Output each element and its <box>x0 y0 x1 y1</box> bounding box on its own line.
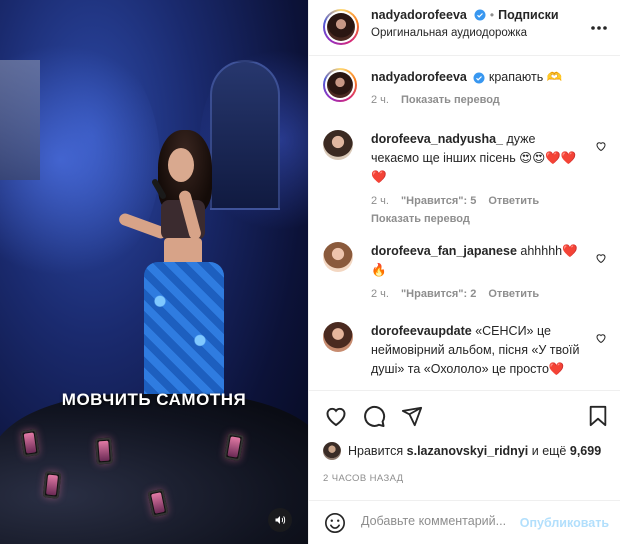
comment-username[interactable]: dorofeevaupdate <box>371 324 472 338</box>
verified-badge-icon <box>474 9 486 21</box>
author-avatar[interactable] <box>323 68 357 102</box>
comment-input[interactable] <box>361 514 511 528</box>
caption-time[interactable]: 2 ч. <box>371 94 389 106</box>
commenter-avatar[interactable] <box>323 242 353 272</box>
follow-status-button[interactable]: Подписки <box>498 8 559 22</box>
comment-likes-count[interactable]: "Нравится": 5 <box>401 195 476 207</box>
more-options-button[interactable] <box>587 16 611 40</box>
comment-username[interactable]: dorofeeva_fan_japanese <box>371 244 517 258</box>
post-header: nadyadorofeeva • Подписки Оригинальная а… <box>309 0 620 56</box>
heart-icon <box>326 407 346 427</box>
share-icon <box>401 406 423 427</box>
commenter-avatar[interactable] <box>323 322 353 352</box>
comment-icon <box>364 405 386 427</box>
comments-list: nadyadorofeeva крапають 🫶 2 ч. Показать … <box>309 56 620 390</box>
likes-count[interactable]: 9,699 <box>570 444 601 458</box>
action-bar <box>309 390 620 438</box>
author-avatar[interactable] <box>323 9 359 45</box>
video-subtitle: МОВЧИТЬ САМОТНЯ <box>61 390 247 409</box>
comment-button[interactable] <box>361 403 387 429</box>
bookmark-icon <box>589 405 607 427</box>
like-button[interactable] <box>323 403 349 429</box>
liker-username[interactable]: s.lazanovskyi_ridnyi <box>407 444 529 458</box>
comment-like-button[interactable] <box>595 140 607 155</box>
author-username[interactable]: nadyadorofeeva <box>371 8 467 22</box>
comment-likes-count[interactable]: "Нравится": 2 <box>401 288 476 300</box>
translate-link[interactable]: Показать перевод <box>371 213 470 225</box>
reel-video[interactable]: МОВЧИТЬ САМОТНЯ <box>0 0 308 544</box>
speaker-icon <box>275 516 286 524</box>
share-button[interactable] <box>399 403 425 429</box>
save-button[interactable] <box>585 403 611 429</box>
commenter-avatar[interactable] <box>323 130 353 160</box>
phone-in-crowd <box>20 429 40 457</box>
comment-username[interactable]: dorofeeva_nadyusha_ <box>371 132 503 146</box>
stage-screen <box>0 60 40 180</box>
reply-button[interactable]: Ответить <box>488 195 539 207</box>
emoji-icon <box>325 513 345 533</box>
liker-avatar[interactable] <box>323 442 341 460</box>
comment-like-button[interactable] <box>595 332 607 347</box>
verified-badge-icon <box>473 72 485 84</box>
post-time[interactable]: 2 ЧАСОВ НАЗАД <box>323 473 404 484</box>
caption-username[interactable]: nadyadorofeeva <box>371 70 467 84</box>
sound-toggle-button[interactable] <box>268 508 292 532</box>
likes-suffix: и ещё <box>531 444 567 458</box>
audio-label[interactable]: Оригинальная аудиодорожка <box>371 27 527 39</box>
heart-outline-icon <box>596 334 606 344</box>
heart-outline-icon <box>596 142 606 152</box>
comment-time[interactable]: 2 ч. <box>371 195 389 207</box>
comment-composer: Опубликовать <box>309 500 620 544</box>
phone-in-crowd <box>95 437 113 465</box>
header-separator: • <box>489 8 495 22</box>
post-panel: nadyadorofeeva • Подписки Оригинальная а… <box>308 0 620 544</box>
caption-text: крапають 🫶 <box>488 70 563 84</box>
comment-like-button[interactable] <box>595 252 607 267</box>
comment-time[interactable]: 2 ч. <box>371 288 389 300</box>
publish-button[interactable]: Опубликовать <box>520 516 609 530</box>
more-icon <box>591 26 607 30</box>
reply-button[interactable]: Ответить <box>488 288 539 300</box>
likes-prefix: Нравится <box>348 444 404 458</box>
crowd <box>0 394 308 544</box>
translate-link[interactable]: Показать перевод <box>401 94 500 106</box>
likes-summary: Нравится s.lazanovskyi_ridnyi и ещё 9,69… <box>323 442 601 460</box>
phone-in-crowd <box>42 471 62 499</box>
heart-outline-icon <box>596 254 606 264</box>
emoji-button[interactable] <box>323 511 347 535</box>
